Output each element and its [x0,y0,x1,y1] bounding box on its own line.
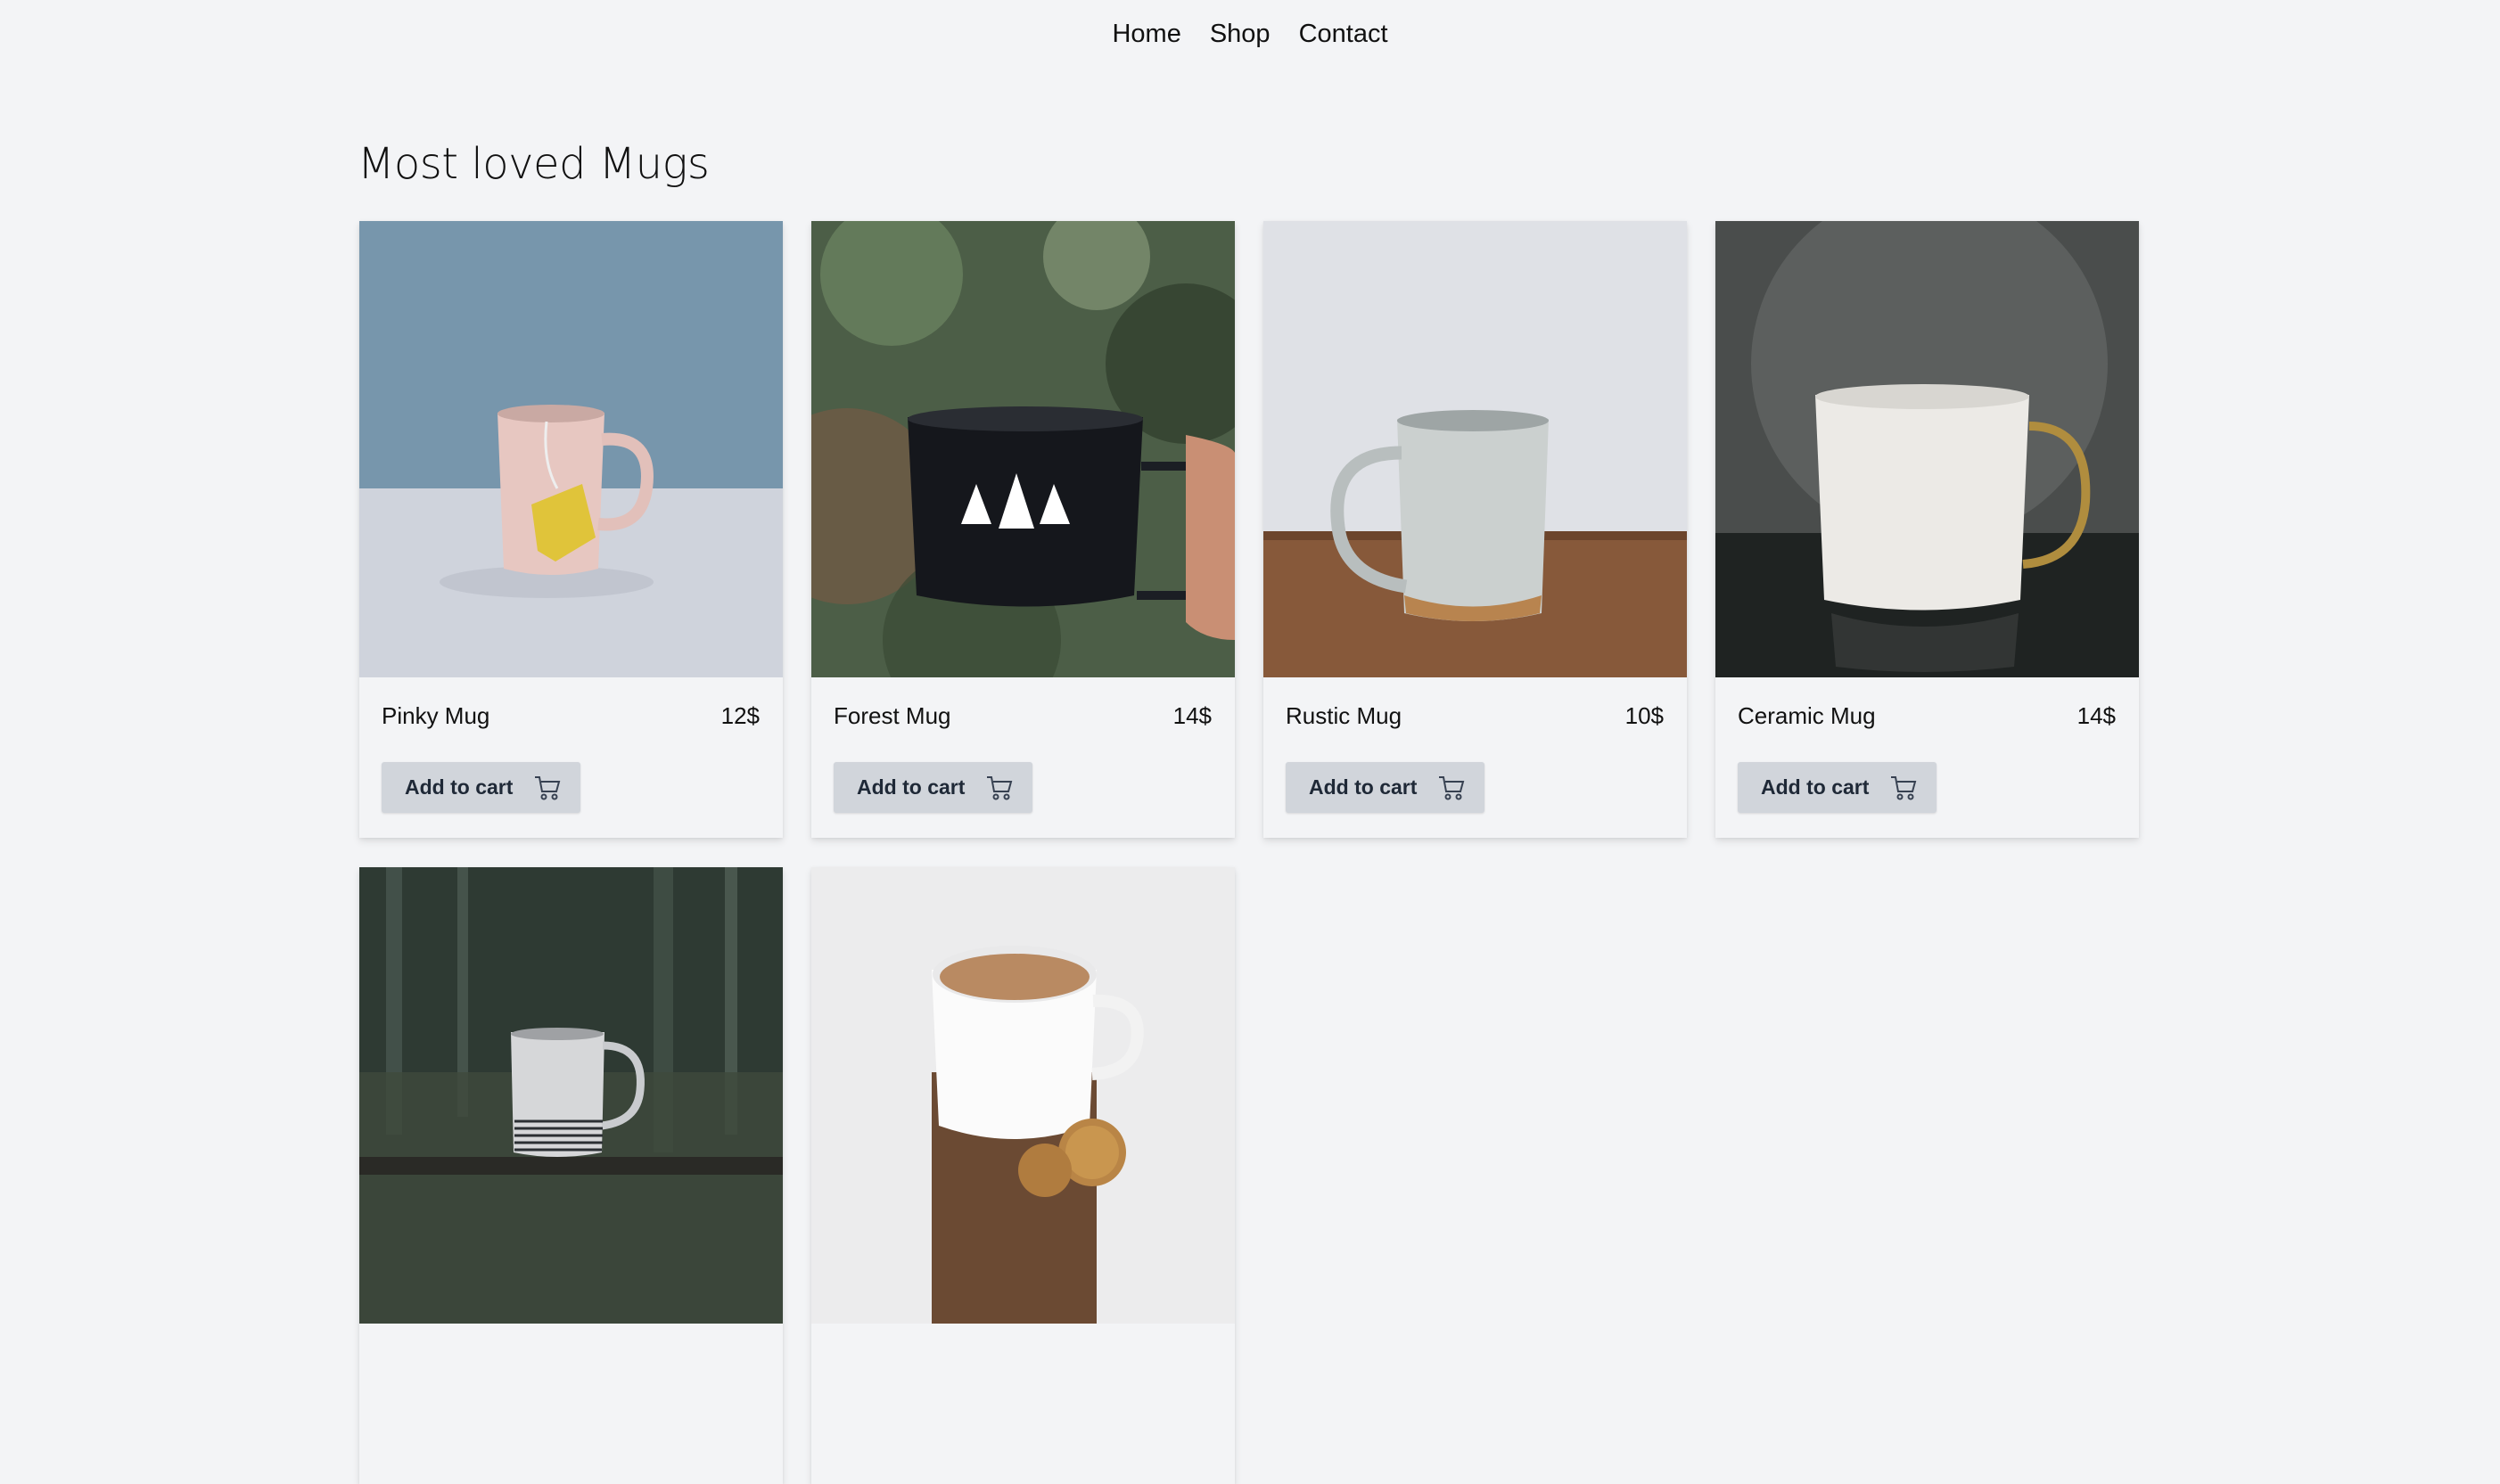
product-price: 14$ [1172,702,1212,729]
add-to-cart-label: Add to cart [1761,775,1870,799]
product-price: 14$ [2076,702,2116,729]
striped-mug-image[interactable] [359,867,783,1324]
add-to-cart-button[interactable]: Add to cart [1286,762,1484,813]
add-to-cart-label: Add to cart [1309,775,1418,799]
add-to-cart-button[interactable]: Add to cart [834,762,1032,813]
product-card: Rustic Mug 10$ Add to cart [1263,221,1687,838]
rustic-mug-image[interactable] [1263,221,1687,677]
product-name: Forest Mug [834,702,951,729]
product-price: 12$ [720,702,760,729]
product-name: Ceramic Mug [1738,702,1876,729]
ceramic-mug-image[interactable] [1715,221,2139,677]
add-to-cart-label: Add to cart [857,775,966,799]
product-name: Rustic Mug [1286,702,1402,729]
product-card [359,867,783,1484]
product-card [811,867,1235,1484]
add-to-cart-button[interactable]: Add to cart [382,762,580,813]
nav-home-link[interactable]: Home [1112,20,1180,49]
nav-shop-link[interactable]: Shop [1210,20,1271,49]
top-nav: Home Shop Contact [0,20,2500,49]
product-card: Pinky Mug 12$ Add to cart [359,221,783,838]
add-to-cart-label: Add to cart [405,775,514,799]
cart-icon [1890,775,1917,800]
cart-icon [534,775,561,800]
cart-icon [986,775,1013,800]
add-to-cart-button[interactable]: Add to cart [1738,762,1937,813]
product-card: Forest Mug 14$ Add to cart [811,221,1235,838]
product-card: Ceramic Mug 14$ Add to cart [1715,221,2139,838]
forest-mug-image[interactable] [811,221,1235,677]
pinky-mug-image[interactable] [359,221,783,677]
product-price: 10$ [1624,702,1664,729]
cart-icon [1438,775,1465,800]
product-grid: Pinky Mug 12$ Add to cart Forest Mug 14$… [359,221,2139,1484]
nav-contact-link[interactable]: Contact [1299,20,1388,49]
product-name: Pinky Mug [382,702,490,729]
tea-cup-image[interactable] [811,867,1235,1324]
page-title: Most loved Mugs [358,139,710,189]
